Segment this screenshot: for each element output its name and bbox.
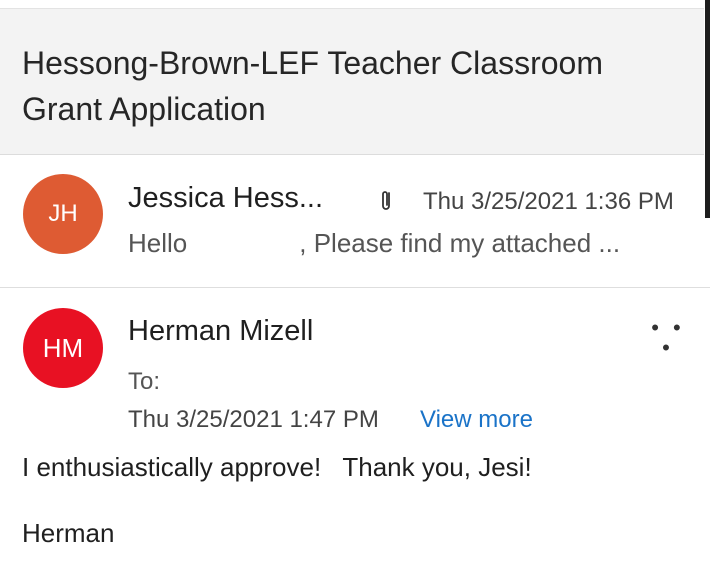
message-timestamp: Thu 3/25/2021 1:36 PM	[423, 188, 674, 215]
more-options-icon[interactable]: • • •	[644, 317, 692, 359]
sender-name: Jessica Hess...	[128, 182, 323, 214]
preview-start: Hello	[128, 228, 188, 258]
avatar-initials: HM	[42, 332, 84, 363]
avatar-initials: JH	[48, 200, 78, 227]
message-signature: Herman	[22, 518, 115, 548]
sender-name[interactable]: Herman Mizell	[128, 315, 313, 348]
message-timestamp: Thu 3/25/2021 1:47 PM	[128, 406, 379, 433]
paperclip-icon	[382, 191, 390, 210]
view-more-link[interactable]: View more	[420, 406, 533, 434]
avatar[interactable]: HM	[23, 308, 103, 388]
email-subject: Hessong-Brown-LEF Teacher Classroom Gran…	[22, 40, 682, 132]
message-divider	[0, 287, 710, 288]
avatar[interactable]: JH	[23, 174, 103, 254]
subject-line-2: Grant Application	[22, 91, 266, 127]
scrollbar-edge	[705, 0, 710, 218]
recipients-label: To:	[128, 368, 161, 395]
message-body-line: I enthusiastically approve! Thank you, J…	[22, 452, 532, 482]
subject-line-1: Hessong-Brown-LEF Teacher Classroom	[22, 45, 603, 81]
preview-end: , Please find my attached ...	[299, 228, 621, 258]
message-preview: Hello , Please find my attached ...	[128, 228, 688, 259]
